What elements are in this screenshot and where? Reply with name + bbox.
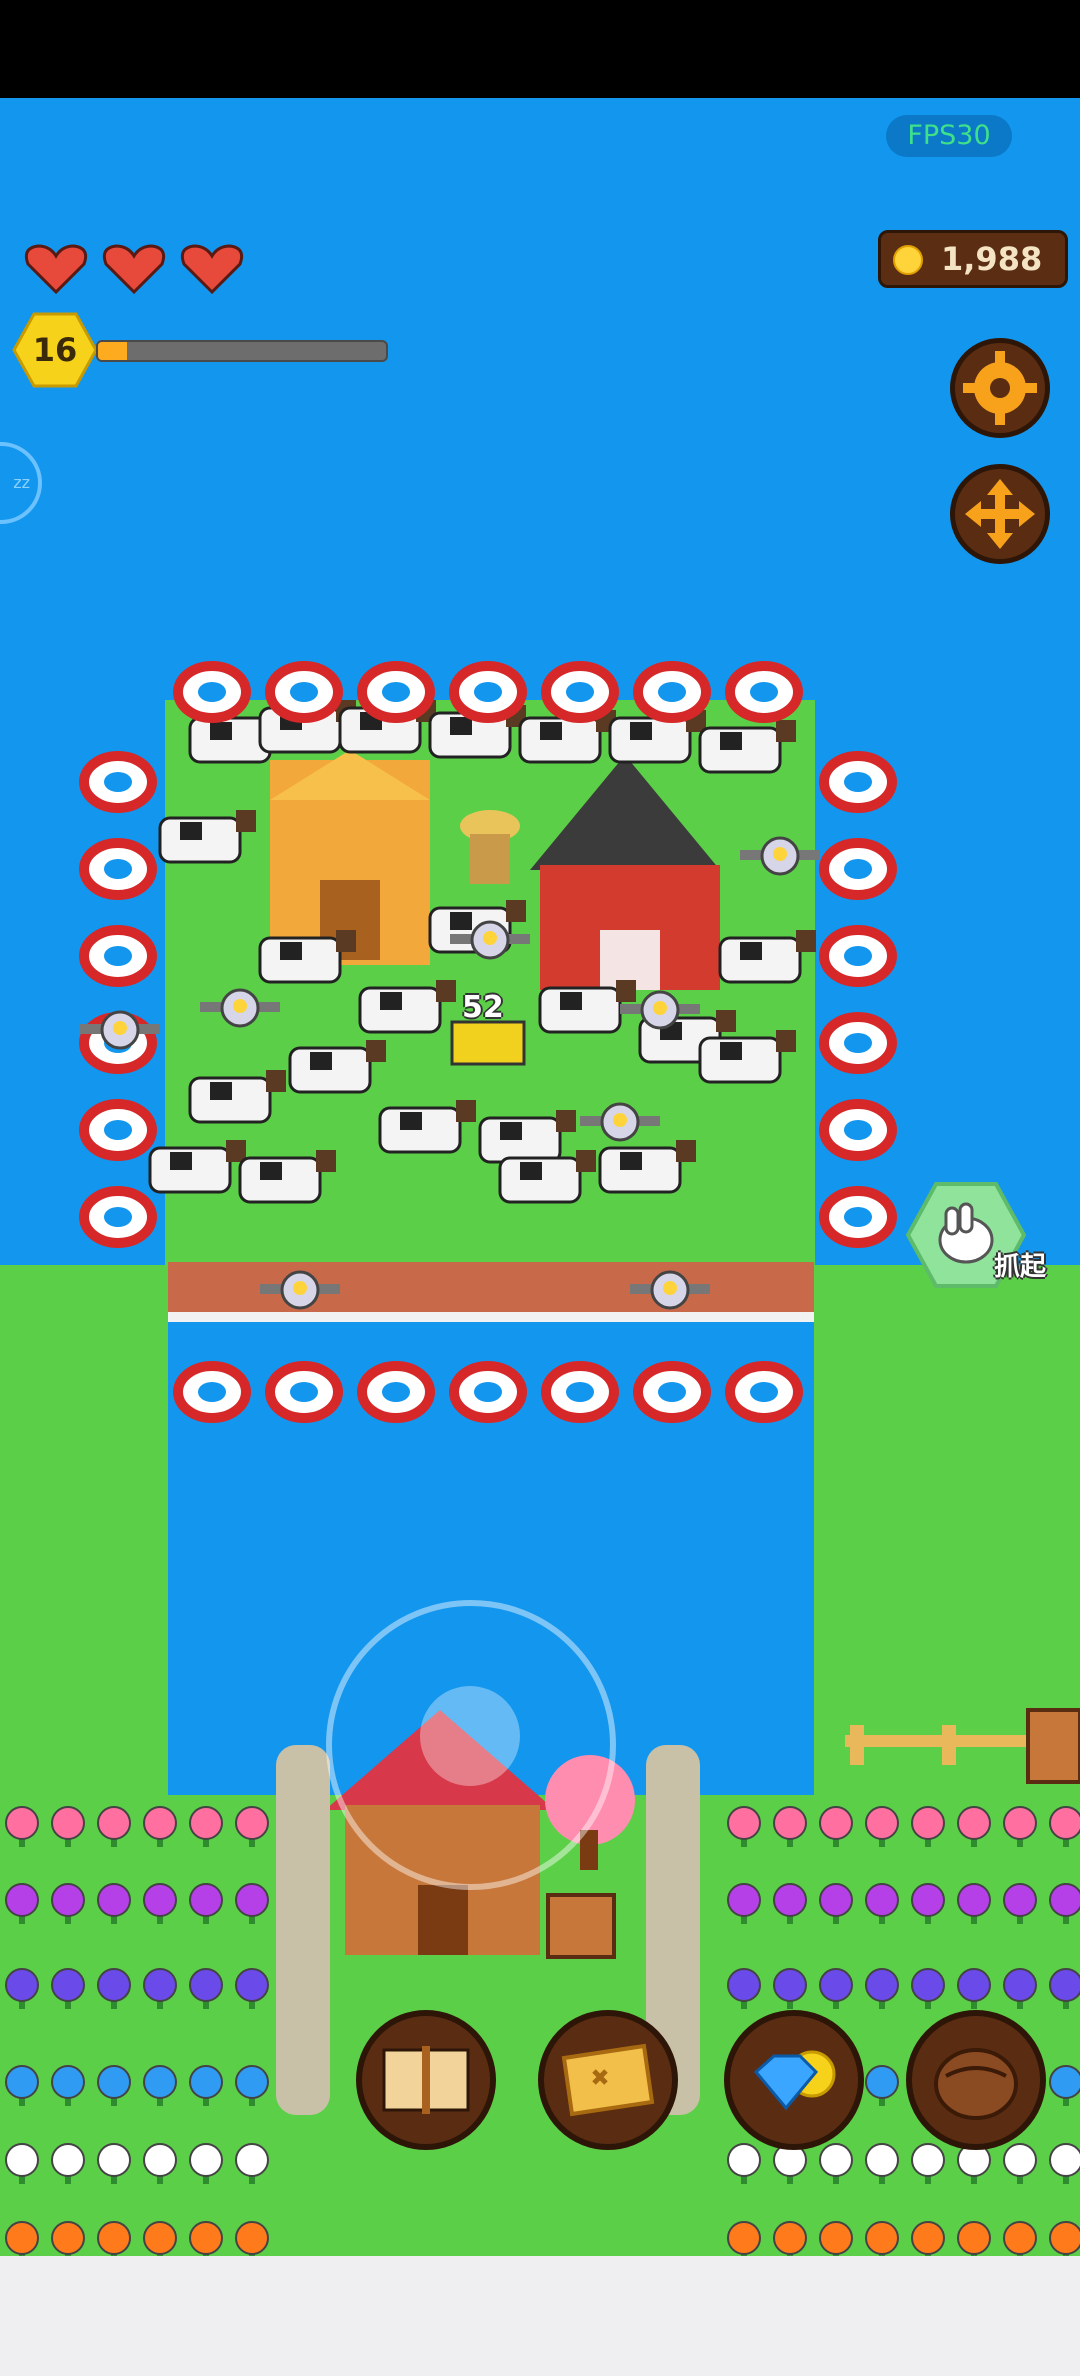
joystick-knob[interactable] bbox=[420, 1686, 520, 1786]
life-ring-icon bbox=[819, 751, 897, 813]
life-ring-icon bbox=[725, 1361, 803, 1423]
life-ring-icon bbox=[173, 1361, 251, 1423]
diamond-coin-icon bbox=[753, 2050, 836, 2111]
life-ring-icon bbox=[173, 661, 251, 723]
bag-button[interactable] bbox=[906, 2010, 1046, 2150]
treasure-chest[interactable] bbox=[450, 1020, 526, 1066]
xp-bar bbox=[96, 340, 388, 362]
heart-icon bbox=[102, 244, 166, 295]
move-button[interactable] bbox=[950, 464, 1050, 564]
coin-amount: 1,988 bbox=[941, 240, 1043, 278]
move-arrows-icon bbox=[965, 479, 1035, 549]
storage-crate[interactable] bbox=[546, 1893, 616, 1959]
life-ring-icon bbox=[79, 1186, 157, 1248]
settings-button[interactable] bbox=[950, 338, 1050, 438]
gear-icon bbox=[963, 351, 1037, 425]
life-ring-icon bbox=[79, 925, 157, 987]
system-navigation-bar bbox=[0, 2256, 1080, 2376]
game-viewport[interactable] bbox=[0, 98, 1080, 2256]
treasure-map-icon bbox=[561, 2043, 655, 2117]
fps-counter: FPS30 bbox=[886, 115, 1012, 157]
life-ring-icon bbox=[819, 1012, 897, 1074]
life-ring-icon bbox=[633, 1361, 711, 1423]
life-ring-icon bbox=[541, 1361, 619, 1423]
shop-button[interactable] bbox=[724, 2010, 864, 2150]
life-ring-icon bbox=[633, 661, 711, 723]
life-ring-icon bbox=[357, 661, 435, 723]
heart-icon bbox=[24, 244, 88, 295]
life-ring-icon bbox=[265, 661, 343, 723]
life-ring-icon bbox=[449, 661, 527, 723]
pickup-label: 抓起 bbox=[994, 1252, 1047, 1282]
life-ring-icon bbox=[541, 661, 619, 723]
stone-pillar-left bbox=[276, 1745, 330, 2115]
life-ring-icon bbox=[265, 1361, 343, 1423]
life-ring-icon bbox=[79, 751, 157, 813]
life-ring-icon bbox=[819, 1099, 897, 1161]
map-button[interactable] bbox=[538, 2010, 678, 2150]
xp-bar-fill bbox=[98, 342, 127, 360]
level-number: 16 bbox=[32, 331, 78, 369]
hearts-bar bbox=[24, 244, 244, 295]
life-ring-icon bbox=[357, 1361, 435, 1423]
coin-icon bbox=[893, 245, 923, 275]
heart-icon bbox=[180, 244, 244, 295]
life-ring-icon bbox=[819, 925, 897, 987]
life-ring-icon bbox=[725, 661, 803, 723]
book-button[interactable] bbox=[356, 2010, 496, 2150]
leather-bag-icon bbox=[934, 2048, 1018, 2120]
coin-counter: 1,988 bbox=[878, 230, 1068, 288]
life-ring-icon bbox=[819, 838, 897, 900]
book-icon bbox=[382, 2046, 470, 2114]
farm-world[interactable] bbox=[0, 98, 1080, 2256]
life-ring-icon bbox=[819, 1186, 897, 1248]
life-ring-icon bbox=[449, 1361, 527, 1423]
status-bar bbox=[0, 0, 1080, 98]
item-counter: 52 bbox=[462, 990, 504, 1025]
zz-icon: zz bbox=[13, 473, 30, 492]
life-ring-icon bbox=[79, 838, 157, 900]
life-ring-icon bbox=[79, 1099, 157, 1161]
